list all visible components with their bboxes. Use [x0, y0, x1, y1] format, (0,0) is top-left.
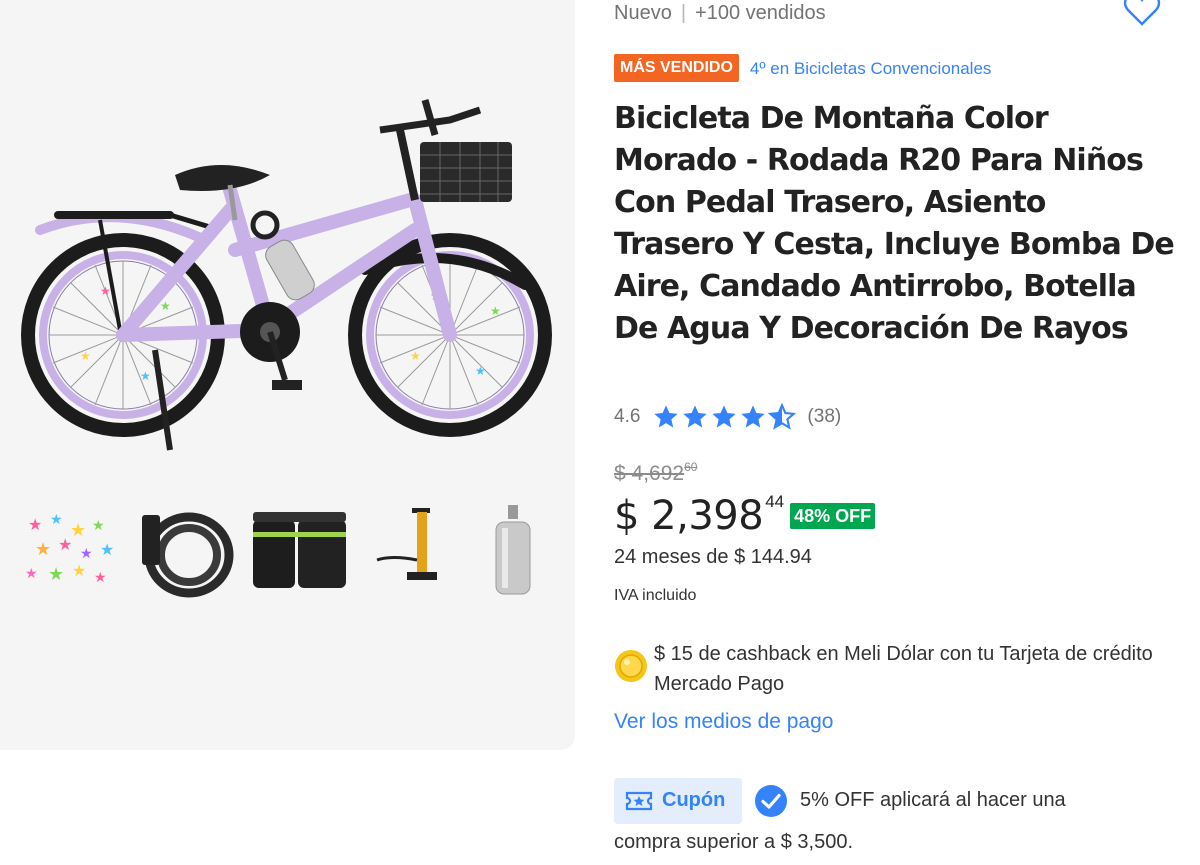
check-circle-icon [755, 785, 787, 817]
category-rank-link[interactable]: 4º en Bicicletas Convencionales [750, 54, 992, 84]
star-half-icon [768, 402, 797, 430]
coupon-button[interactable]: Cupón [614, 778, 742, 824]
svg-text:★: ★ [58, 535, 72, 554]
svg-text:★: ★ [48, 564, 64, 585]
star-icon [683, 405, 708, 428]
tax-note: IVA incluido [614, 587, 697, 604]
svg-text:★: ★ [80, 349, 91, 363]
spoke-stars-image: ★ ★ ★ ★ ★ ★ ★ ★ ★ ★ ★ ★ [25, 512, 114, 586]
svg-text:★: ★ [94, 570, 107, 586]
coin-icon [615, 650, 647, 682]
condition-text: Nuevo [614, 2, 672, 24]
ticket-star-icon [625, 791, 653, 811]
badge-row: MÁS VENDIDO 4º en Bicicletas Convencional… [614, 54, 991, 82]
bicycle-image: ★★ ★★ ★★ ★★ [21, 99, 552, 451]
star-icon [654, 405, 679, 428]
heart-icon [1123, 0, 1161, 26]
saddle-bag-image [253, 512, 346, 588]
thumbnail-strip: ★ ★ ★ ★ ★ ★ ★ ★ ★ ★ ★ ★ [20, 500, 555, 610]
cashback-text: $ 15 de cashback en Meli Dólar con tu Ta… [654, 643, 1153, 695]
current-price-row: $ 2,398 44 48% OFF [614, 492, 876, 540]
current-price-cents: 44 [765, 492, 785, 511]
original-price-amount: $ 4,692 [614, 462, 685, 485]
svg-text:★: ★ [475, 364, 486, 378]
svg-text:★: ★ [160, 299, 171, 313]
svg-text:★: ★ [140, 369, 151, 383]
svg-text:★: ★ [72, 561, 86, 580]
coupon-description-line1: 5% OFF aplicará al hacer una [800, 789, 1066, 811]
svg-text:★: ★ [35, 539, 51, 560]
cable-lock-image [142, 512, 234, 598]
svg-text:★: ★ [100, 284, 111, 298]
water-bottle-image [495, 505, 531, 595]
coupon-description-line2: compra superior a $ 3,500. [614, 831, 854, 853]
thumbnail-spoke-stars[interactable]: ★ ★ ★ ★ ★ ★ ★ ★ ★ ★ ★ ★ [20, 500, 120, 610]
condition-sales-line: Nuevo | +100 vendidos [614, 2, 826, 25]
rating-value: 4.6 [614, 406, 641, 427]
product-title: Bicicleta De Montaña Color Morado - Roda… [614, 101, 1175, 346]
svg-text:★: ★ [410, 349, 421, 363]
svg-text:★: ★ [28, 515, 42, 534]
svg-text:★: ★ [80, 546, 93, 562]
favorite-button[interactable] [1122, 0, 1162, 30]
rating-row[interactable]: 4.6 (38) [614, 402, 842, 431]
original-price-cents: 60 [684, 460, 698, 474]
coupon-label: Cupón [662, 789, 726, 811]
svg-text:★: ★ [25, 566, 38, 582]
svg-text:★: ★ [92, 518, 105, 534]
star-icon [712, 405, 737, 428]
current-price: $ 2,398 [614, 493, 764, 539]
thumbnail-cable-lock[interactable] [134, 500, 234, 610]
main-product-image[interactable]: ★ ★ ★ ★ ★ ★ ★ ★ [20, 80, 555, 460]
thumbnail-saddle-bag[interactable] [248, 500, 348, 610]
svg-text:★: ★ [70, 520, 86, 541]
star-icon [741, 405, 766, 428]
air-pump-image [376, 508, 437, 580]
best-seller-badge: MÁS VENDIDO [614, 54, 739, 82]
meta-separator: | [680, 2, 687, 24]
rating-stars [652, 402, 797, 431]
coupon-section: Cupón 5% OFF aplicará al hacer una compr… [614, 778, 1174, 864]
original-price: $ 4,69260 [614, 460, 697, 486]
installments-text: 24 meses de $ 144.94 [614, 546, 812, 568]
rating-count: (38) [807, 406, 842, 427]
svg-text:★: ★ [490, 304, 501, 318]
svg-text:★: ★ [50, 512, 63, 528]
discount-badge: 48% OFF [790, 503, 876, 529]
thumbnail-water-bottle[interactable] [476, 500, 576, 610]
product-gallery: ★ ★ ★ ★ ★ ★ ★ ★ ★ ★ ★ ★ ★ ★ ★ ★ ★ ★ ★ ★ [0, 0, 575, 750]
thumbnail-air-pump[interactable] [362, 500, 462, 610]
product-info: Nuevo | +100 vendidos MÁS VENDIDO 4º en Bic… [614, 0, 1200, 865]
svg-text:★: ★ [100, 540, 114, 559]
sold-count: +100 vendidos [695, 2, 826, 24]
payment-methods-link[interactable]: Ver los medios de pago [614, 710, 833, 734]
cashback-offer: $ 15 de cashback en Meli Dólar con tu Ta… [614, 637, 1174, 697]
